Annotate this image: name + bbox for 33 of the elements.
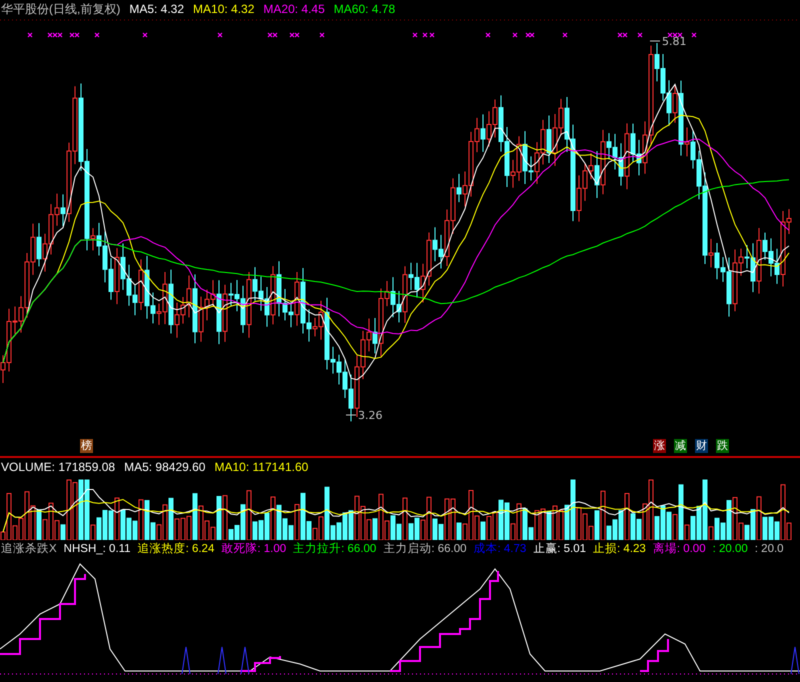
indicator-value: : 20.0	[754, 542, 784, 557]
indicator-value: MA5: 98429.60	[124, 459, 206, 476]
indicator-value: 主力拉升: 66.00	[293, 541, 376, 557]
indicator-value: 敢死隊: 1.00	[221, 542, 286, 557]
spike-mark	[218, 646, 226, 674]
indicator-value: MA10: 4.32	[193, 1, 254, 18]
indicator-value: 主力启动: 66.00	[383, 541, 466, 557]
leader-line	[650, 40, 660, 42]
spike-mark	[182, 646, 190, 674]
indicator-value: 止赢: 5.01	[533, 542, 586, 557]
indicator-value: 追涨热度: 6.24	[138, 542, 214, 557]
spike-mark	[790, 646, 800, 674]
indicator-value: MA5: 4.32	[129, 1, 184, 18]
signal-badge: 涨	[653, 439, 666, 453]
leader-line	[346, 414, 356, 416]
signal-badge: 榜	[80, 439, 93, 453]
indicator-value: NHSH_: 0.11	[64, 542, 131, 557]
indicator-value: MA10: 117141.60	[214, 459, 308, 476]
signal-badge: 财	[695, 439, 708, 453]
indicator-value: 止损: 4.23	[593, 542, 646, 557]
high-price-label: 5.81	[662, 35, 686, 48]
indicator-value: : 20.00	[712, 542, 748, 557]
indicator-value: VOLUME: 171859.08	[1, 459, 116, 476]
stock-title: 华平股份(日线,前复权)	[1, 1, 120, 18]
signal-badge: 跌	[716, 439, 729, 453]
indicator-value: 离場: 0.00	[652, 541, 706, 557]
indicator-value: 追涨杀跌X	[1, 542, 57, 557]
spike-mark	[240, 646, 250, 674]
low-price-label: 3.26	[358, 409, 382, 422]
indicator-value: MA60: 4.78	[334, 1, 396, 18]
indicator-value: MA20: 4.45	[263, 1, 325, 18]
signal-badge: 减	[674, 439, 687, 453]
indicator-value: 成本: 4.73	[473, 542, 526, 557]
